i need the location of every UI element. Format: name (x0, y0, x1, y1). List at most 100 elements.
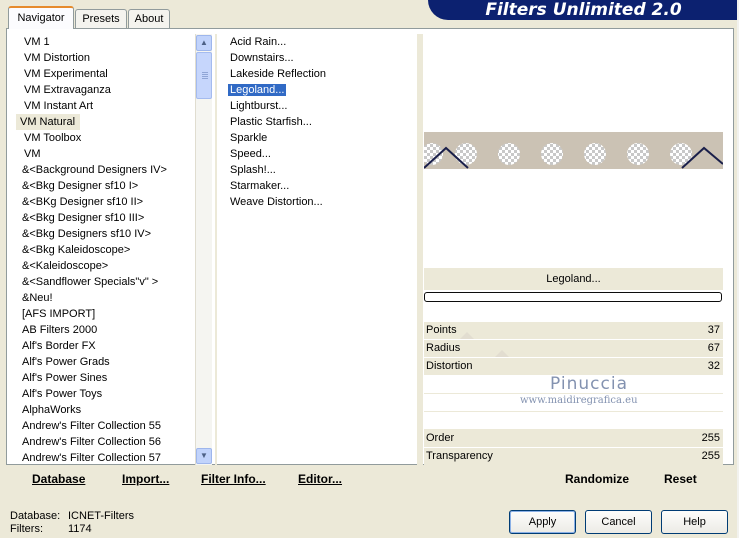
category-item[interactable]: VM Distortion (14, 50, 194, 66)
scroll-down-button[interactable]: ▼ (196, 448, 212, 464)
param-radius-slider[interactable] (495, 350, 509, 357)
preview-divider (417, 34, 423, 465)
cancel-button[interactable]: Cancel (585, 510, 652, 534)
filter-item-label: Acid Rain... (230, 36, 287, 48)
scroll-thumb[interactable] (196, 52, 212, 99)
filter-item-label: Lightburst... (230, 100, 288, 112)
category-item[interactable]: VM Natural (16, 114, 80, 130)
filter-info-button[interactable]: Filter Info... (201, 472, 266, 486)
filter-item[interactable]: Legoland... (224, 82, 417, 98)
filter-item-label: Legoland... (228, 84, 287, 96)
filter-item[interactable]: Sparkle (224, 130, 417, 146)
param-radius-value: 67 (707, 342, 720, 354)
category-item[interactable]: Alf's Power Grads (14, 354, 194, 370)
category-item[interactable]: AlphaWorks (14, 402, 194, 418)
category-item[interactable]: &<Sandflower Specials"v" > (14, 274, 194, 290)
filter-item[interactable]: Acid Rain... (224, 34, 417, 50)
filter-item[interactable]: Speed... (224, 146, 417, 162)
param-radius-label: Radius (426, 342, 461, 354)
pattern-circle (627, 143, 649, 165)
status-database-value: ICNET-Filters (68, 510, 134, 522)
tab-about[interactable]: About (128, 9, 170, 28)
param-transparency-label: Transparency (426, 450, 493, 462)
category-item[interactable]: &<Kaleidoscope> (14, 258, 194, 274)
tab-navigator[interactable]: Navigator (8, 6, 74, 29)
preview-filter-name: Legoland... (424, 268, 723, 290)
category-item[interactable]: &<Bkg Designer sf10 III> (14, 210, 194, 226)
param-points-value: 37 (707, 324, 720, 336)
category-item[interactable]: &<Background Designers IV> (14, 162, 194, 178)
category-item[interactable]: [AFS IMPORT] (14, 306, 194, 322)
category-item[interactable]: &<Bkg Designer sf10 I> (14, 178, 194, 194)
status-database-label: Database: (10, 510, 61, 522)
filter-item[interactable]: Downstairs... (224, 50, 417, 66)
category-item[interactable]: VM Instant Art (14, 98, 194, 114)
category-scrollbar[interactable]: ▲ ▼ (195, 34, 212, 465)
category-list[interactable]: VM 1 VM Distortion VM Experimental VM Extra… (14, 34, 194, 465)
editor-button[interactable]: Editor... (298, 472, 342, 486)
filter-item[interactable]: Plastic Starfish... (224, 114, 417, 130)
status-database: Database: ICNET-Filters (10, 510, 134, 522)
apply-button[interactable]: Apply (509, 510, 576, 534)
category-item[interactable]: Alf's Power Toys (14, 386, 194, 402)
import-button[interactable]: Import... (122, 472, 169, 486)
param-order-value: 255 (701, 432, 720, 444)
filter-item-label: Splash!... (230, 164, 276, 176)
filter-item-label: Downstairs... (230, 52, 294, 64)
filter-item[interactable]: Splash!... (224, 162, 417, 178)
param-empty-3 (424, 412, 723, 430)
param-points[interactable]: Points 37 (424, 322, 723, 340)
category-item[interactable]: Andrew's Filter Collection 55 (14, 418, 194, 434)
category-item[interactable]: Alf's Border FX (14, 338, 194, 354)
param-distortion-value: 32 (707, 360, 720, 372)
pattern-circle (455, 143, 477, 165)
param-order-label: Order (426, 432, 455, 444)
param-radius[interactable]: Radius 67 (424, 340, 723, 358)
filter-item-label: Lakeside Reflection (230, 68, 327, 80)
category-item[interactable]: &<BKg Designer sf10 II> (14, 194, 194, 210)
category-item[interactable]: VM Extravaganza (14, 82, 194, 98)
watermark-url: www.maidiregrafica.eu (520, 395, 638, 406)
preview-canvas[interactable] (421, 34, 724, 267)
category-item[interactable]: Andrew's Filter Collection 57 (14, 450, 194, 465)
filter-item[interactable]: Lightburst... (224, 98, 417, 114)
filter-list[interactable]: Acid Rain... Downstairs... Lakeside Reflec… (224, 34, 417, 465)
param-transparency[interactable]: Transparency 255 (424, 448, 723, 466)
category-item[interactable]: &<Bkg Kaleidoscope> (14, 242, 194, 258)
status-filters-label: Filters: (10, 523, 43, 535)
progress-bar (424, 292, 722, 302)
randomize-button[interactable]: Randomize (565, 472, 629, 486)
category-item[interactable]: VM Experimental (14, 66, 194, 82)
param-points-slider[interactable] (460, 332, 474, 339)
app-title-banner: Filters Unlimited 2.0 (428, 0, 739, 20)
category-item[interactable]: Andrew's Filter Collection 56 (14, 434, 194, 450)
filter-item[interactable]: Lakeside Reflection (224, 66, 417, 82)
param-order[interactable]: Order 255 (424, 430, 723, 448)
param-distortion-label: Distortion (426, 360, 473, 372)
filter-item-label: Sparkle (230, 132, 268, 144)
param-transparency-value: 255 (701, 450, 720, 462)
pattern-circle (541, 143, 563, 165)
pattern-circle (584, 143, 606, 165)
preview-pattern-strip (421, 132, 724, 169)
watermark-name: Pinuccia (550, 374, 628, 394)
status-filters: Filters: 1174 (10, 523, 92, 535)
status-filters-value: 1174 (68, 523, 92, 535)
database-button[interactable]: Database (32, 472, 85, 486)
category-item[interactable]: &<Bkg Designers sf10 IV> (14, 226, 194, 242)
category-item[interactable]: VM (14, 146, 194, 162)
filter-item[interactable]: Starmaker... (224, 178, 417, 194)
category-item[interactable]: VM 1 (14, 34, 194, 50)
pattern-circle (498, 143, 520, 165)
tab-presets[interactable]: Presets (75, 9, 127, 28)
filter-item-label: Weave Distortion... (230, 196, 323, 208)
category-item[interactable]: VM Toolbox (14, 130, 194, 146)
category-item[interactable]: Alf's Power Sines (14, 370, 194, 386)
scroll-up-button[interactable]: ▲ (196, 35, 212, 51)
help-button[interactable]: Help (661, 510, 728, 534)
filter-item[interactable]: Weave Distortion... (224, 194, 417, 210)
category-item[interactable]: AB Filters 2000 (14, 322, 194, 338)
filter-item-label: Plastic Starfish... (230, 116, 312, 128)
reset-button[interactable]: Reset (664, 472, 697, 486)
category-item[interactable]: &Neu! (14, 290, 194, 306)
